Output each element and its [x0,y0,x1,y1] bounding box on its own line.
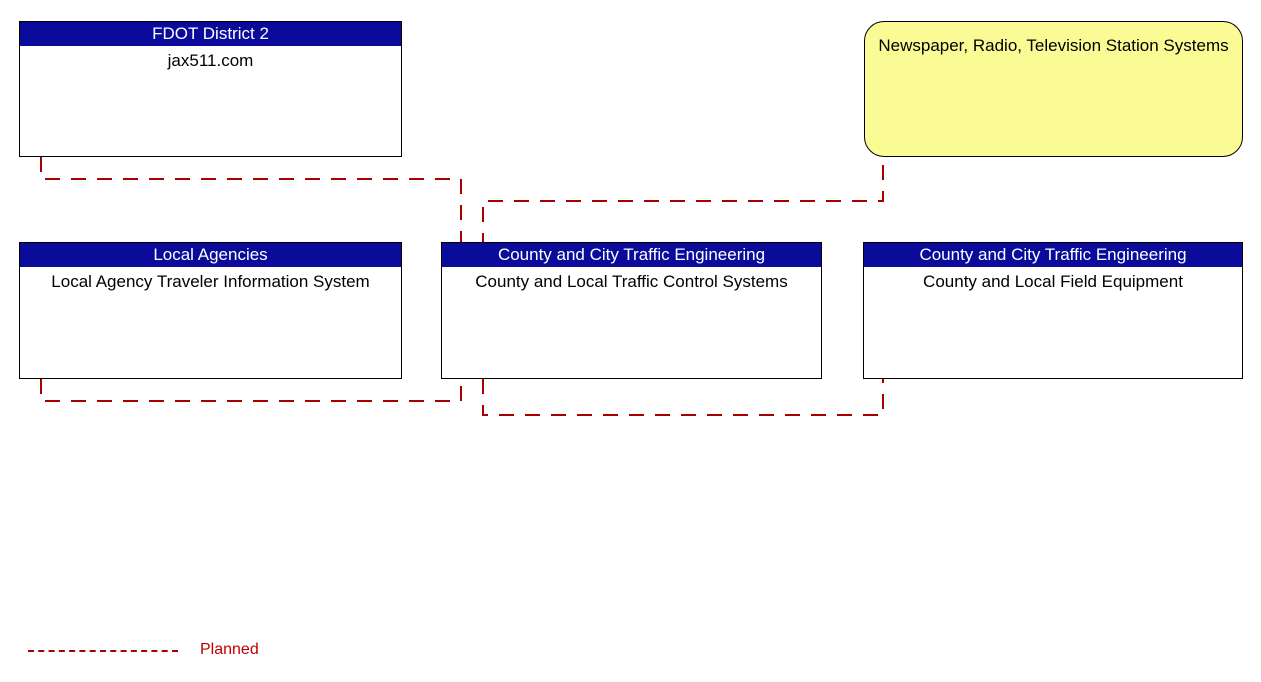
node-county-local-field-equipment-stakeholder: County and City Traffic Engineering [864,243,1242,267]
node-jax511[interactable]: FDOT District 2 jax511.com [19,21,402,157]
node-county-local-field-equipment[interactable]: County and City Traffic Engineering Coun… [863,242,1243,379]
legend: Planned [0,636,400,670]
connector-traffic-control-to-field-equipment [482,379,884,416]
node-media-systems[interactable]: Newspaper, Radio, Television Station Sys… [864,21,1243,157]
connector-jax511-to-traffic-control [40,157,462,248]
node-jax511-stakeholder: FDOT District 2 [20,22,401,46]
legend-planned-label: Planned [200,641,259,658]
node-local-traveler-info-name: Local Agency Traveler Information System [51,272,370,291]
node-county-local-traffic-control[interactable]: County and City Traffic Engineering Coun… [441,242,822,379]
node-local-traveler-info[interactable]: Local Agencies Local Agency Traveler Inf… [19,242,402,379]
diagram-canvas: FDOT District 2 jax511.com Newspaper, Ra… [0,0,1261,682]
connector-traveler-info-to-traffic-control [40,379,462,402]
node-county-local-field-equipment-name: County and Local Field Equipment [923,272,1183,291]
node-local-traveler-info-stakeholder: Local Agencies [20,243,401,267]
node-county-local-traffic-control-name: County and Local Traffic Control Systems [475,272,788,291]
node-county-local-traffic-control-stakeholder: County and City Traffic Engineering [442,243,821,267]
legend-planned-line [28,650,178,652]
node-jax511-name: jax511.com [167,51,254,70]
node-media-systems-name: Newspaper, Radio, Television Station Sys… [878,36,1229,55]
connector-traffic-control-to-media [482,157,884,248]
